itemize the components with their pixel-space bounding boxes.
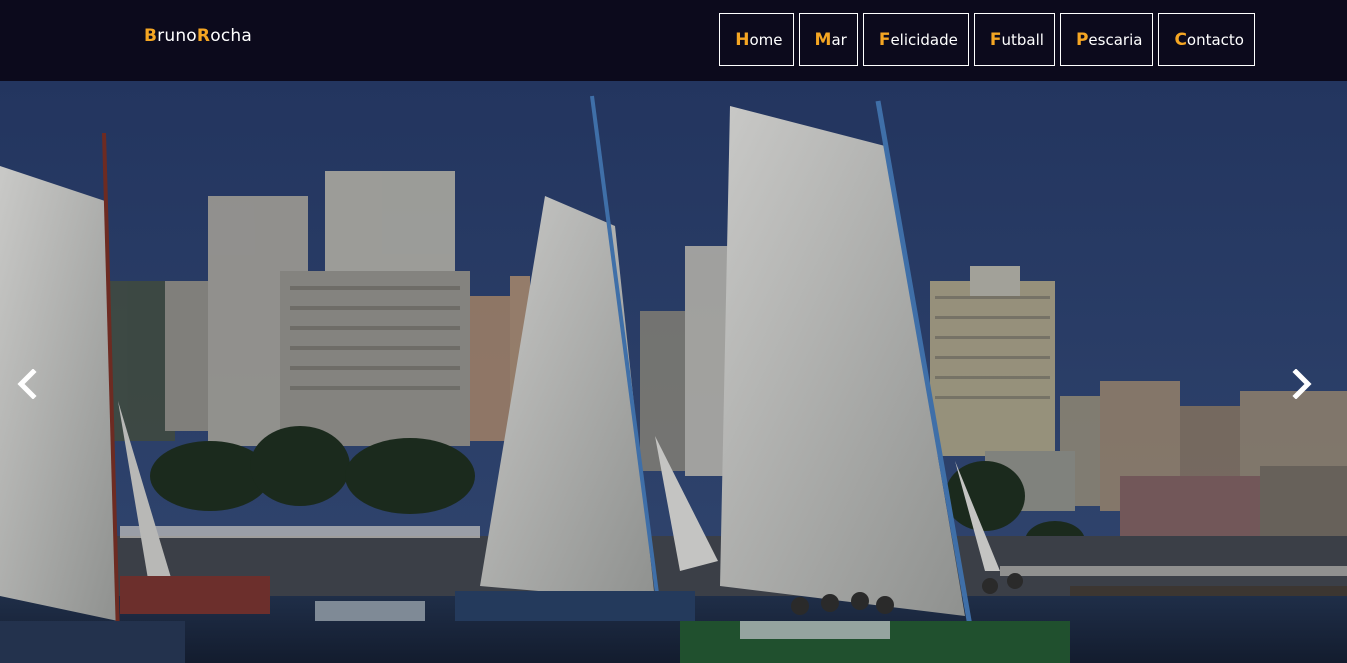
carousel-prev-button[interactable]: [16, 369, 56, 405]
brand-initial-r: R: [196, 26, 211, 46]
navbar: BrunoRocha Home Mar Felicidade Futball P…: [0, 0, 1347, 81]
nav-item-label: elicidade: [890, 30, 958, 49]
nav-item-pescaria[interactable]: Pescaria: [1059, 13, 1154, 66]
hero-carousel: [0, 81, 1347, 663]
nav-item-contacto[interactable]: Contacto: [1158, 13, 1255, 66]
brand-initial-b: B: [144, 26, 158, 46]
nav-item-initial: C: [1174, 29, 1187, 50]
nav-menu: Home Mar Felicidade Futball Pescaria Con…: [719, 13, 1255, 66]
nav-item-initial: M: [814, 29, 832, 50]
nav-item-mar[interactable]: Mar: [798, 13, 858, 66]
carousel-next-button[interactable]: [1291, 369, 1331, 405]
nav-item-label: escaria: [1088, 30, 1143, 49]
nav-item-label: ar: [831, 30, 847, 49]
nav-item-home[interactable]: Home: [719, 13, 794, 66]
nav-item-label: utball: [1001, 30, 1044, 49]
nav-item-label: ome: [749, 30, 783, 49]
nav-item-label: ontacto: [1186, 30, 1244, 49]
brand-text-last: ocha: [210, 26, 252, 46]
brand-text-first: runo: [157, 26, 197, 46]
nav-item-felicidade[interactable]: Felicidade: [862, 13, 969, 66]
carousel-slide-image: [0, 81, 1347, 663]
nav-item-initial: P: [1075, 29, 1089, 50]
nav-item-initial: H: [735, 29, 750, 50]
nav-item-initial: F: [878, 29, 891, 50]
nav-item-futball[interactable]: Futball: [973, 13, 1055, 66]
nav-item-initial: F: [989, 29, 1002, 50]
chevron-left-icon: [17, 369, 37, 399]
brand-logo[interactable]: BrunoRocha: [144, 26, 252, 46]
chevron-right-icon: [1292, 369, 1312, 399]
